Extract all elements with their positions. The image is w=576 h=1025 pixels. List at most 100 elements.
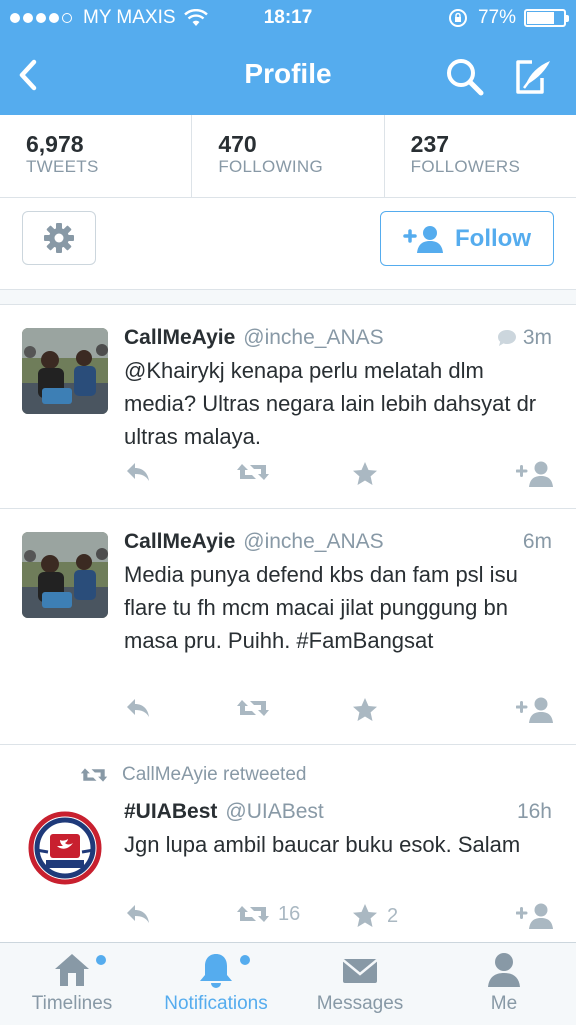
rotation-lock-icon bbox=[448, 9, 467, 27]
stat-label: FOLLOWING bbox=[218, 157, 324, 176]
stat-label: TWEETS bbox=[26, 157, 99, 176]
add-user-icon bbox=[403, 225, 443, 253]
tweet-actions bbox=[124, 460, 556, 490]
tweet-timestamp: 3m bbox=[522, 326, 552, 349]
stat-value: 6,978 bbox=[26, 131, 84, 157]
star-icon bbox=[353, 462, 377, 485]
tweet-time: 6m bbox=[523, 530, 552, 554]
tweet-author-handle[interactable]: @inche_ANAS bbox=[243, 326, 383, 349]
tab-label: Me bbox=[490, 993, 518, 1014]
tweet-item[interactable]: CallMeAyie retweeted #UIABest @UIABest 16… bbox=[0, 744, 576, 942]
retweet-icon bbox=[237, 700, 269, 716]
profile-stats: 6,978 TWEETS 470 FOLLOWING 237 FOLLOWERS bbox=[0, 115, 576, 198]
tab-notifications[interactable]: Notifications bbox=[144, 943, 288, 1025]
tweet-text: Media punya defend kbs dan fam psl isu f… bbox=[124, 562, 518, 653]
tab-timelines[interactable]: Timelines bbox=[0, 943, 144, 1025]
tweet-author-name[interactable]: CallMeAyie bbox=[124, 530, 235, 553]
reply-icon bbox=[127, 699, 149, 717]
reply-button[interactable] bbox=[124, 460, 152, 484]
tweet-timestamp: 6m bbox=[522, 530, 552, 553]
follow-user-button[interactable] bbox=[516, 696, 554, 724]
person-icon bbox=[488, 953, 520, 987]
tweet-header: CallMeAyie @inche_ANAS 6m bbox=[124, 530, 552, 554]
star-icon bbox=[353, 904, 377, 927]
favorite-button[interactable] bbox=[351, 460, 379, 488]
tweet-item[interactable]: CallMeAyie @inche_ANAS 3m @Khairykj kenap… bbox=[0, 304, 576, 509]
gear-icon bbox=[44, 223, 74, 253]
favorite-count: 2 bbox=[387, 904, 399, 927]
unread-dot bbox=[240, 955, 250, 965]
tweet-author-handle[interactable]: @inche_ANAS bbox=[243, 530, 383, 553]
favorite-button[interactable] bbox=[351, 696, 379, 724]
tab-messages[interactable]: Messages bbox=[288, 943, 432, 1025]
tab-label: Messages bbox=[316, 993, 404, 1014]
envelope-icon bbox=[342, 959, 378, 983]
tab-bar: Timelines Notifications Messages Me bbox=[0, 942, 576, 1025]
tweet-text: Jgn lupa ambil baucar buku esok. Salam bbox=[124, 832, 521, 857]
tweet-actions bbox=[124, 696, 556, 726]
tweet-item[interactable]: CallMeAyie @inche_ANAS 6m Media punya def… bbox=[0, 508, 576, 745]
avatar-image bbox=[22, 328, 108, 414]
add-user-icon bbox=[516, 697, 553, 723]
tweet-author-name[interactable]: CallMeAyie bbox=[124, 326, 235, 349]
follow-button[interactable]: Follow bbox=[380, 211, 554, 266]
search-icon[interactable] bbox=[444, 56, 486, 98]
favorite-button[interactable]: 2 bbox=[351, 902, 398, 930]
avatar[interactable] bbox=[22, 532, 108, 618]
follow-user-button[interactable] bbox=[516, 902, 554, 930]
avatar-image bbox=[22, 532, 108, 618]
stat-label: FOLLOWERS bbox=[410, 157, 521, 176]
retweeted-by: CallMeAyie retweeted bbox=[80, 764, 306, 786]
section-divider bbox=[0, 289, 576, 305]
compose-tweet-icon[interactable] bbox=[512, 56, 554, 98]
tweet-author-handle[interactable]: @UIABest bbox=[225, 800, 323, 823]
profile-actions: Follow bbox=[0, 197, 576, 289]
tab-label: Notifications bbox=[164, 993, 268, 1014]
reply-icon bbox=[127, 463, 149, 481]
status-bar: MY MAXIS 18:17 77% bbox=[0, 0, 576, 36]
stat-value: 237 bbox=[410, 131, 450, 157]
star-icon bbox=[353, 698, 377, 721]
retweet-icon bbox=[237, 464, 269, 480]
tweets-stat[interactable]: 6,978 TWEETS bbox=[0, 115, 191, 197]
avatar[interactable] bbox=[22, 802, 108, 888]
retweeted-by-label[interactable]: CallMeAyie retweeted bbox=[122, 764, 306, 786]
tweet-actions: 16 2 bbox=[124, 902, 556, 932]
retweet-count: 16 bbox=[278, 902, 301, 925]
tweet-header: CallMeAyie @inche_ANAS 3m bbox=[124, 326, 552, 350]
retweet-icon bbox=[237, 906, 269, 922]
retweet-button[interactable] bbox=[236, 460, 270, 484]
tab-me[interactable]: Me bbox=[432, 943, 576, 1025]
page-title: Profile bbox=[244, 58, 332, 89]
reply-icon bbox=[127, 905, 149, 923]
reply-button[interactable] bbox=[124, 696, 152, 720]
avatar[interactable] bbox=[22, 328, 108, 414]
retweet-button[interactable]: 16 bbox=[236, 902, 300, 926]
follow-label: Follow bbox=[455, 224, 531, 252]
tweet-timestamp: 16h bbox=[516, 800, 552, 823]
add-user-icon bbox=[516, 903, 553, 929]
retweet-icon bbox=[80, 768, 108, 782]
retweet-button[interactable] bbox=[236, 696, 270, 720]
uiabest-logo bbox=[22, 802, 108, 888]
battery-icon bbox=[524, 9, 569, 27]
settings-button[interactable] bbox=[22, 211, 96, 265]
reply-button[interactable] bbox=[124, 902, 152, 926]
tweet-time: 3m bbox=[497, 326, 552, 350]
follow-user-button[interactable] bbox=[516, 460, 554, 488]
followers-stat[interactable]: 237 FOLLOWERS bbox=[383, 115, 576, 197]
top-bar: MY MAXIS 18:17 77% Profile bbox=[0, 0, 576, 115]
conversation-icon bbox=[497, 330, 516, 346]
tab-label: Timelines bbox=[31, 993, 113, 1014]
stat-value: 470 bbox=[218, 131, 257, 157]
bell-icon bbox=[200, 954, 232, 988]
add-user-icon bbox=[516, 461, 553, 487]
home-icon bbox=[55, 954, 89, 986]
nav-bar: Profile bbox=[0, 36, 576, 115]
tweet-text: @Khairykj kenapa perlu melatah dlm media… bbox=[124, 358, 537, 449]
battery-percent: 77% bbox=[477, 7, 516, 28]
tweet-author-name[interactable]: #UIABest bbox=[124, 800, 217, 823]
tweet-header: #UIABest @UIABest 16h bbox=[124, 800, 552, 824]
unread-dot bbox=[96, 955, 106, 965]
following-stat[interactable]: 470 FOLLOWING bbox=[191, 115, 383, 197]
